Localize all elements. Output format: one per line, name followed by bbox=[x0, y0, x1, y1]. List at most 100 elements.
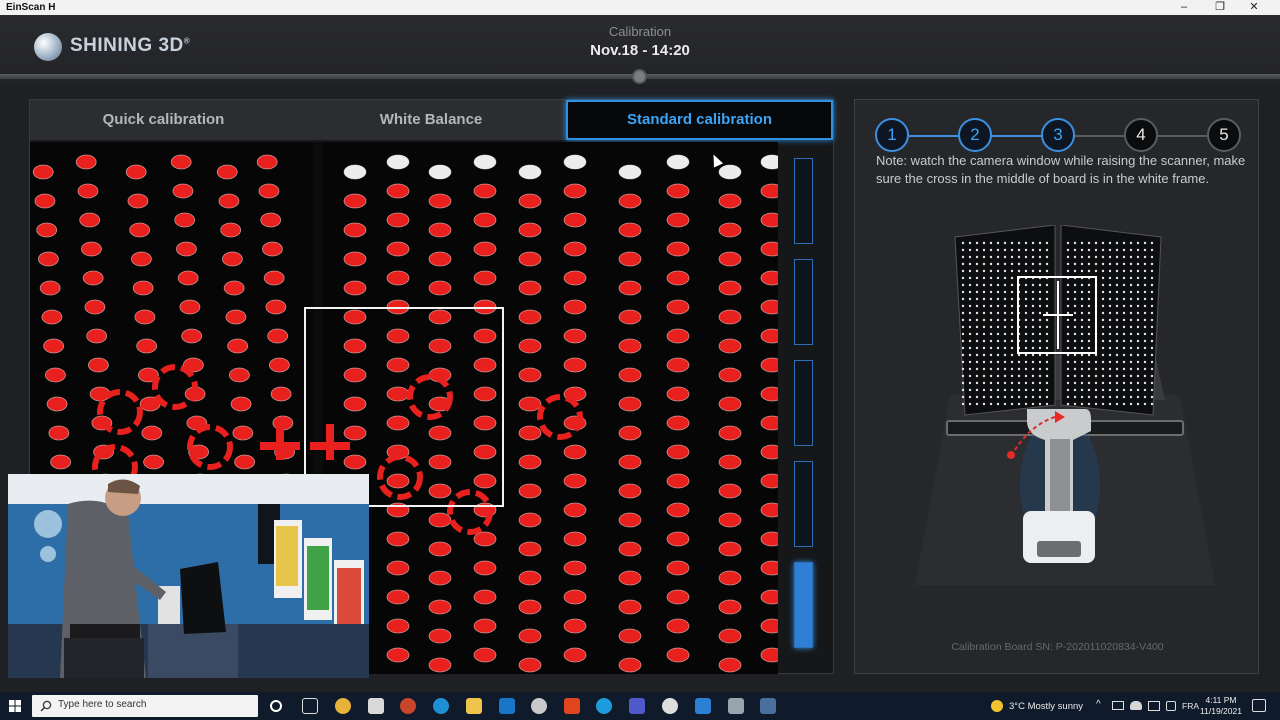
cortana-icon[interactable] bbox=[270, 700, 282, 712]
board-dot bbox=[1073, 388, 1077, 392]
board-dot bbox=[1101, 360, 1105, 364]
board-dot bbox=[1122, 283, 1126, 287]
calibration-dot bbox=[129, 222, 151, 238]
board-dot bbox=[1066, 402, 1070, 406]
calibration-dot bbox=[50, 454, 72, 470]
calibration-dot bbox=[618, 454, 642, 470]
board-dot bbox=[1150, 339, 1154, 343]
board-dot bbox=[1031, 304, 1035, 308]
board-dot bbox=[1101, 283, 1105, 287]
board-dot bbox=[982, 388, 986, 392]
taskbar-clock-time[interactable]: 4:11 PM bbox=[1196, 695, 1246, 705]
board-dot bbox=[968, 304, 972, 308]
tray-volume-icon[interactable] bbox=[1166, 701, 1176, 711]
tab-white-balance[interactable]: White Balance bbox=[297, 100, 565, 140]
tab-standard-calibration[interactable]: Standard calibration bbox=[566, 100, 833, 140]
board-dot bbox=[1108, 381, 1112, 385]
board-dot bbox=[1108, 283, 1112, 287]
app-icon[interactable] bbox=[695, 698, 711, 714]
calibration-dot bbox=[718, 222, 742, 238]
tray-battery-icon[interactable] bbox=[1112, 701, 1124, 710]
weather-text[interactable]: 3°C Mostly sunny bbox=[1009, 701, 1083, 712]
taskbar-search-box[interactable]: Type here to search bbox=[32, 695, 258, 717]
calibration-dot bbox=[518, 396, 542, 412]
board-dot bbox=[1080, 339, 1084, 343]
tray-chevron-icon[interactable]: ^ bbox=[1096, 699, 1101, 710]
board-dot bbox=[1073, 241, 1077, 245]
calibration-dot bbox=[666, 241, 690, 257]
tab-quick-calibration[interactable]: Quick calibration bbox=[30, 100, 297, 140]
calibration-dot bbox=[666, 473, 690, 489]
calibration-dot bbox=[718, 251, 742, 267]
calibration-dot bbox=[718, 512, 742, 528]
task-view-icon[interactable] bbox=[302, 698, 318, 714]
board-dot bbox=[1129, 241, 1133, 245]
board-dot bbox=[975, 381, 979, 385]
calibration-dot bbox=[666, 531, 690, 547]
calibration-dot bbox=[718, 309, 742, 325]
calibration-dot bbox=[386, 270, 410, 286]
tray-onedrive-icon[interactable] bbox=[1130, 701, 1142, 710]
board-dot bbox=[1066, 374, 1070, 378]
board-dot bbox=[1122, 262, 1126, 266]
board-dot bbox=[982, 241, 986, 245]
calibration-dot bbox=[77, 183, 99, 199]
board-dot bbox=[1150, 346, 1154, 350]
einscan-icon[interactable] bbox=[760, 698, 776, 714]
board-dot bbox=[1087, 248, 1091, 252]
board-dot bbox=[982, 255, 986, 259]
board-dot bbox=[1087, 304, 1091, 308]
chrome-icon[interactable] bbox=[335, 698, 351, 714]
board-dot bbox=[1115, 381, 1119, 385]
board-dot bbox=[1024, 367, 1028, 371]
store-icon[interactable] bbox=[368, 698, 384, 714]
board-dot bbox=[1066, 311, 1070, 315]
board-dot bbox=[989, 248, 993, 252]
board-dot bbox=[1087, 381, 1091, 385]
board-dot bbox=[968, 339, 972, 343]
gauge-segment-active bbox=[794, 562, 813, 648]
board-dot bbox=[1024, 374, 1028, 378]
calibration-dot bbox=[473, 212, 497, 228]
board-dot bbox=[968, 262, 972, 266]
minimize-button[interactable]: – bbox=[1166, 0, 1202, 15]
board-dot bbox=[968, 353, 972, 357]
board-dot bbox=[1017, 367, 1021, 371]
skype-icon[interactable] bbox=[596, 698, 612, 714]
board-dot bbox=[975, 304, 979, 308]
board-dot bbox=[961, 241, 965, 245]
taskbar-clock-date[interactable]: 11/19/2021 bbox=[1196, 706, 1246, 716]
windows-start-icon[interactable] bbox=[0, 692, 30, 720]
app-icon[interactable] bbox=[564, 698, 580, 714]
board-dot bbox=[1101, 346, 1105, 350]
close-button[interactable]: ✕ bbox=[1236, 0, 1272, 15]
powerpoint-icon[interactable] bbox=[400, 698, 416, 714]
board-dot bbox=[1087, 367, 1091, 371]
board-dot bbox=[1087, 255, 1091, 259]
board-dot bbox=[1073, 297, 1077, 301]
outlook-icon[interactable] bbox=[499, 698, 515, 714]
edge-icon[interactable] bbox=[433, 698, 449, 714]
teams-icon[interactable] bbox=[629, 698, 645, 714]
board-dot bbox=[1073, 395, 1077, 399]
file-explorer-icon[interactable] bbox=[466, 698, 482, 714]
shining3d-logo-icon bbox=[34, 33, 62, 61]
board-dot bbox=[1094, 367, 1098, 371]
board-dot bbox=[1003, 353, 1007, 357]
board-dot bbox=[1010, 360, 1014, 364]
board-dot bbox=[1080, 395, 1084, 399]
board-dot bbox=[1024, 332, 1028, 336]
tray-network-icon[interactable] bbox=[1148, 701, 1160, 711]
board-dot bbox=[1080, 248, 1084, 252]
board-dot bbox=[961, 304, 965, 308]
board-dot bbox=[1038, 374, 1042, 378]
calibration-dot bbox=[518, 338, 542, 354]
app-icon[interactable] bbox=[531, 698, 547, 714]
notification-center-icon[interactable] bbox=[1252, 699, 1266, 712]
app-icon[interactable] bbox=[662, 698, 678, 714]
board-dot bbox=[989, 255, 993, 259]
board-dot bbox=[996, 283, 1000, 287]
maximize-button[interactable]: ❐ bbox=[1202, 0, 1238, 15]
board-dot bbox=[1087, 311, 1091, 315]
app-icon[interactable] bbox=[728, 698, 744, 714]
